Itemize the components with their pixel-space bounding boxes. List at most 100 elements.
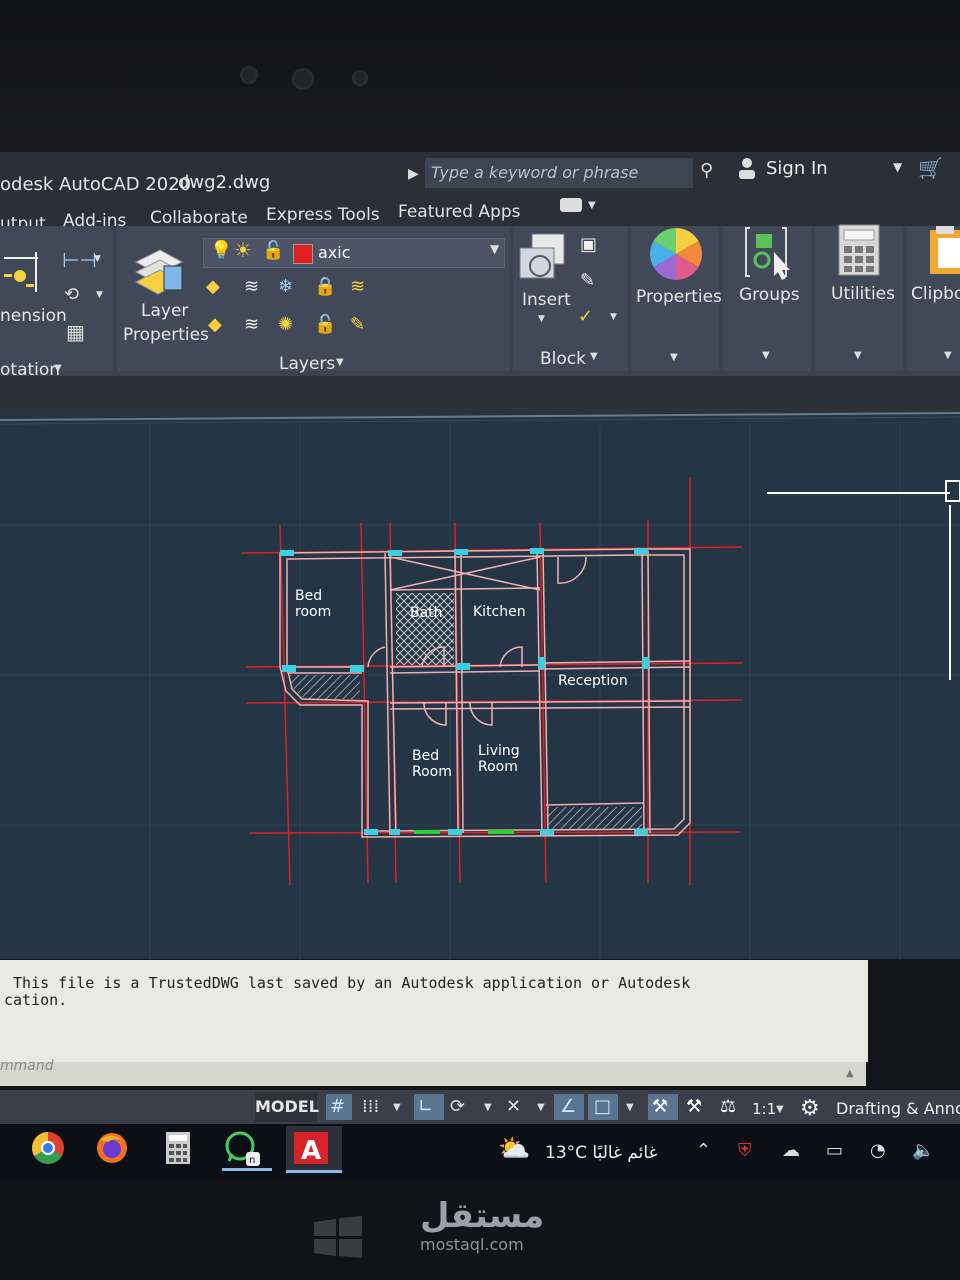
volume-icon[interactable]: 🔈 bbox=[912, 1140, 934, 1161]
table-icon[interactable]: ▦ bbox=[66, 320, 85, 344]
calculator-app-icon[interactable] bbox=[158, 1128, 198, 1168]
chevron-down-icon[interactable]: ▼ bbox=[776, 1104, 784, 1115]
tab-featured-apps[interactable]: Featured Apps bbox=[398, 202, 521, 222]
properties-icon[interactable] bbox=[650, 228, 702, 280]
layer-lock-icon[interactable]: 🔒 bbox=[314, 276, 336, 297]
chevron-down-icon[interactable]: ▼ bbox=[590, 351, 598, 362]
snap-icon[interactable]: ⁞⁞⁞ bbox=[362, 1096, 379, 1117]
layer-unlock-icon[interactable]: 🔓 bbox=[314, 314, 336, 335]
chevron-down-icon[interactable]: ▼ bbox=[96, 290, 103, 300]
weather-icon[interactable]: ⛅ bbox=[498, 1134, 530, 1164]
svg-text:n: n bbox=[249, 1155, 255, 1166]
chevron-down-icon[interactable]: ▼ bbox=[944, 350, 952, 361]
room-label-reception: Reception bbox=[558, 673, 628, 689]
properties-label[interactable]: Properties bbox=[636, 287, 722, 307]
chevron-down-icon[interactable]: ▼ bbox=[588, 200, 596, 211]
windows-taskbar bbox=[0, 1124, 960, 1180]
gear-icon[interactable]: ⚙ bbox=[800, 1096, 820, 1121]
linear-dim-icon[interactable]: ⊢⊣ bbox=[62, 248, 97, 272]
layer-isolate-icon[interactable]: ≋ bbox=[244, 276, 259, 297]
clipboard-label[interactable]: Clipbo bbox=[911, 284, 960, 304]
chevron-down-icon[interactable]: ▼ bbox=[538, 314, 545, 324]
layer-properties-label-2[interactable]: Properties bbox=[123, 325, 209, 345]
autocad-icon[interactable]: A bbox=[292, 1128, 332, 1168]
dimension-label[interactable]: nension bbox=[0, 306, 67, 326]
layer-freeze-icon[interactable]: ❄ bbox=[278, 276, 293, 297]
firefox-icon[interactable] bbox=[92, 1128, 132, 1168]
security-shield-icon[interactable]: ⛨ bbox=[738, 1140, 752, 1161]
battery-icon[interactable]: ▭ bbox=[826, 1140, 843, 1161]
tab-express-tools[interactable]: Express Tools bbox=[266, 205, 380, 225]
layer-properties-label-1[interactable]: Layer bbox=[141, 301, 188, 321]
polar-icon[interactable]: ⟳ bbox=[450, 1096, 465, 1117]
cart-icon[interactable]: 🛒 bbox=[918, 156, 943, 180]
chevron-down-icon[interactable]: ▼ bbox=[762, 350, 770, 361]
chevron-down-icon[interactable]: ▼ bbox=[336, 357, 344, 368]
insert-block-icon[interactable] bbox=[518, 230, 572, 286]
utilities-label[interactable]: Utilities bbox=[831, 284, 895, 304]
command-placeholder[interactable]: mmand bbox=[0, 1058, 54, 1074]
chevron-up-icon[interactable]: ▲ bbox=[846, 1068, 854, 1079]
floor-plan-drawing[interactable] bbox=[0, 405, 960, 960]
groups-label[interactable]: Groups bbox=[739, 285, 800, 305]
chrome-icon[interactable] bbox=[28, 1128, 68, 1168]
sign-in-button[interactable]: Sign In bbox=[766, 158, 828, 179]
whatsapp-icon[interactable]: n bbox=[222, 1128, 262, 1168]
layer-match-icon[interactable]: ≋ bbox=[350, 276, 365, 297]
chevron-down-icon[interactable]: ▼ bbox=[893, 160, 902, 174]
insert-label[interactable]: Insert bbox=[522, 290, 571, 310]
chevron-down-icon[interactable]: ▼ bbox=[490, 242, 499, 256]
edit-attributes-icon[interactable]: ✓ bbox=[578, 306, 593, 327]
tab-collaborate[interactable]: Collaborate bbox=[150, 208, 248, 228]
chevron-down-icon[interactable]: ▼ bbox=[94, 254, 101, 264]
wifi-icon[interactable]: ◔ bbox=[870, 1140, 886, 1161]
chevron-down-icon[interactable]: ▼ bbox=[484, 1102, 492, 1113]
osnap-tracking-icon[interactable]: ∠ bbox=[560, 1096, 576, 1117]
workspace-switcher[interactable]: Drafting & Anno bbox=[836, 1099, 960, 1118]
chevron-down-icon[interactable]: ▼ bbox=[670, 352, 678, 363]
user-icon[interactable] bbox=[738, 157, 756, 179]
clipboard-icon[interactable] bbox=[928, 224, 960, 276]
calculator-icon[interactable] bbox=[838, 224, 880, 276]
binoculars-icon[interactable]: ⚲ bbox=[700, 160, 713, 181]
annotation-scale-icon[interactable]: ⚒ bbox=[652, 1096, 668, 1117]
tab-overflow-icon[interactable] bbox=[560, 198, 582, 212]
chevron-down-icon[interactable]: ▼ bbox=[393, 1102, 401, 1113]
edit-block-icon[interactable]: ✎ bbox=[580, 270, 595, 291]
annotation-scale[interactable]: 1:1 bbox=[752, 1100, 776, 1118]
annotation-auto-icon[interactable]: ⚒ bbox=[686, 1096, 702, 1117]
ortho-icon[interactable]: ∟ bbox=[418, 1096, 433, 1117]
search-expand-icon[interactable]: ▶ bbox=[408, 166, 419, 182]
leader-icon[interactable]: ⟲ bbox=[64, 284, 79, 305]
panel-title-layers[interactable]: Layers bbox=[279, 354, 335, 374]
groups-icon[interactable] bbox=[744, 226, 794, 280]
panel-title-block[interactable]: Block bbox=[540, 349, 586, 369]
room-label-line: Bed bbox=[295, 588, 323, 604]
command-line-1: This file is a TrustedDWG last saved by … bbox=[4, 974, 691, 992]
isodraft-icon[interactable]: ✕ bbox=[506, 1096, 521, 1117]
annotation-icon[interactable]: ⚖ bbox=[720, 1096, 736, 1117]
layer-properties-icon[interactable] bbox=[132, 240, 186, 300]
layer-change-icon[interactable]: ✎ bbox=[350, 314, 365, 335]
chevron-down-icon[interactable]: ▼ bbox=[626, 1102, 634, 1113]
osnap-icon[interactable]: □ bbox=[594, 1096, 611, 1117]
dimension-icon[interactable] bbox=[2, 248, 40, 296]
room-label-bed-room-1: Bed room bbox=[295, 588, 331, 620]
chevron-down-icon[interactable]: ▼ bbox=[54, 363, 62, 374]
layer-unisolate-icon[interactable]: ≋ bbox=[244, 314, 259, 335]
unlock-icon: 🔓 bbox=[262, 240, 285, 261]
weather-text[interactable]: 13°C غائم غالبًا bbox=[545, 1143, 657, 1163]
layer-off-icon[interactable]: ◆ bbox=[206, 276, 220, 297]
grid-display-icon[interactable]: # bbox=[330, 1096, 345, 1117]
layer-on-icon[interactable]: ◆ bbox=[208, 314, 222, 335]
command-input[interactable] bbox=[0, 1062, 866, 1086]
cloud-icon[interactable]: ☁ bbox=[782, 1140, 800, 1161]
search-input[interactable]: Type a keyword or phrase bbox=[425, 158, 693, 188]
chevron-down-icon[interactable]: ▼ bbox=[537, 1102, 545, 1113]
chevron-down-icon[interactable]: ▼ bbox=[854, 350, 862, 361]
layer-thaw-icon[interactable]: ✺ bbox=[278, 314, 293, 335]
model-tab[interactable]: MODEL bbox=[255, 1092, 319, 1122]
chevron-up-icon[interactable]: ⌃ bbox=[696, 1140, 711, 1161]
create-block-icon[interactable]: ▣ bbox=[580, 234, 597, 255]
chevron-down-icon[interactable]: ▼ bbox=[610, 312, 617, 322]
